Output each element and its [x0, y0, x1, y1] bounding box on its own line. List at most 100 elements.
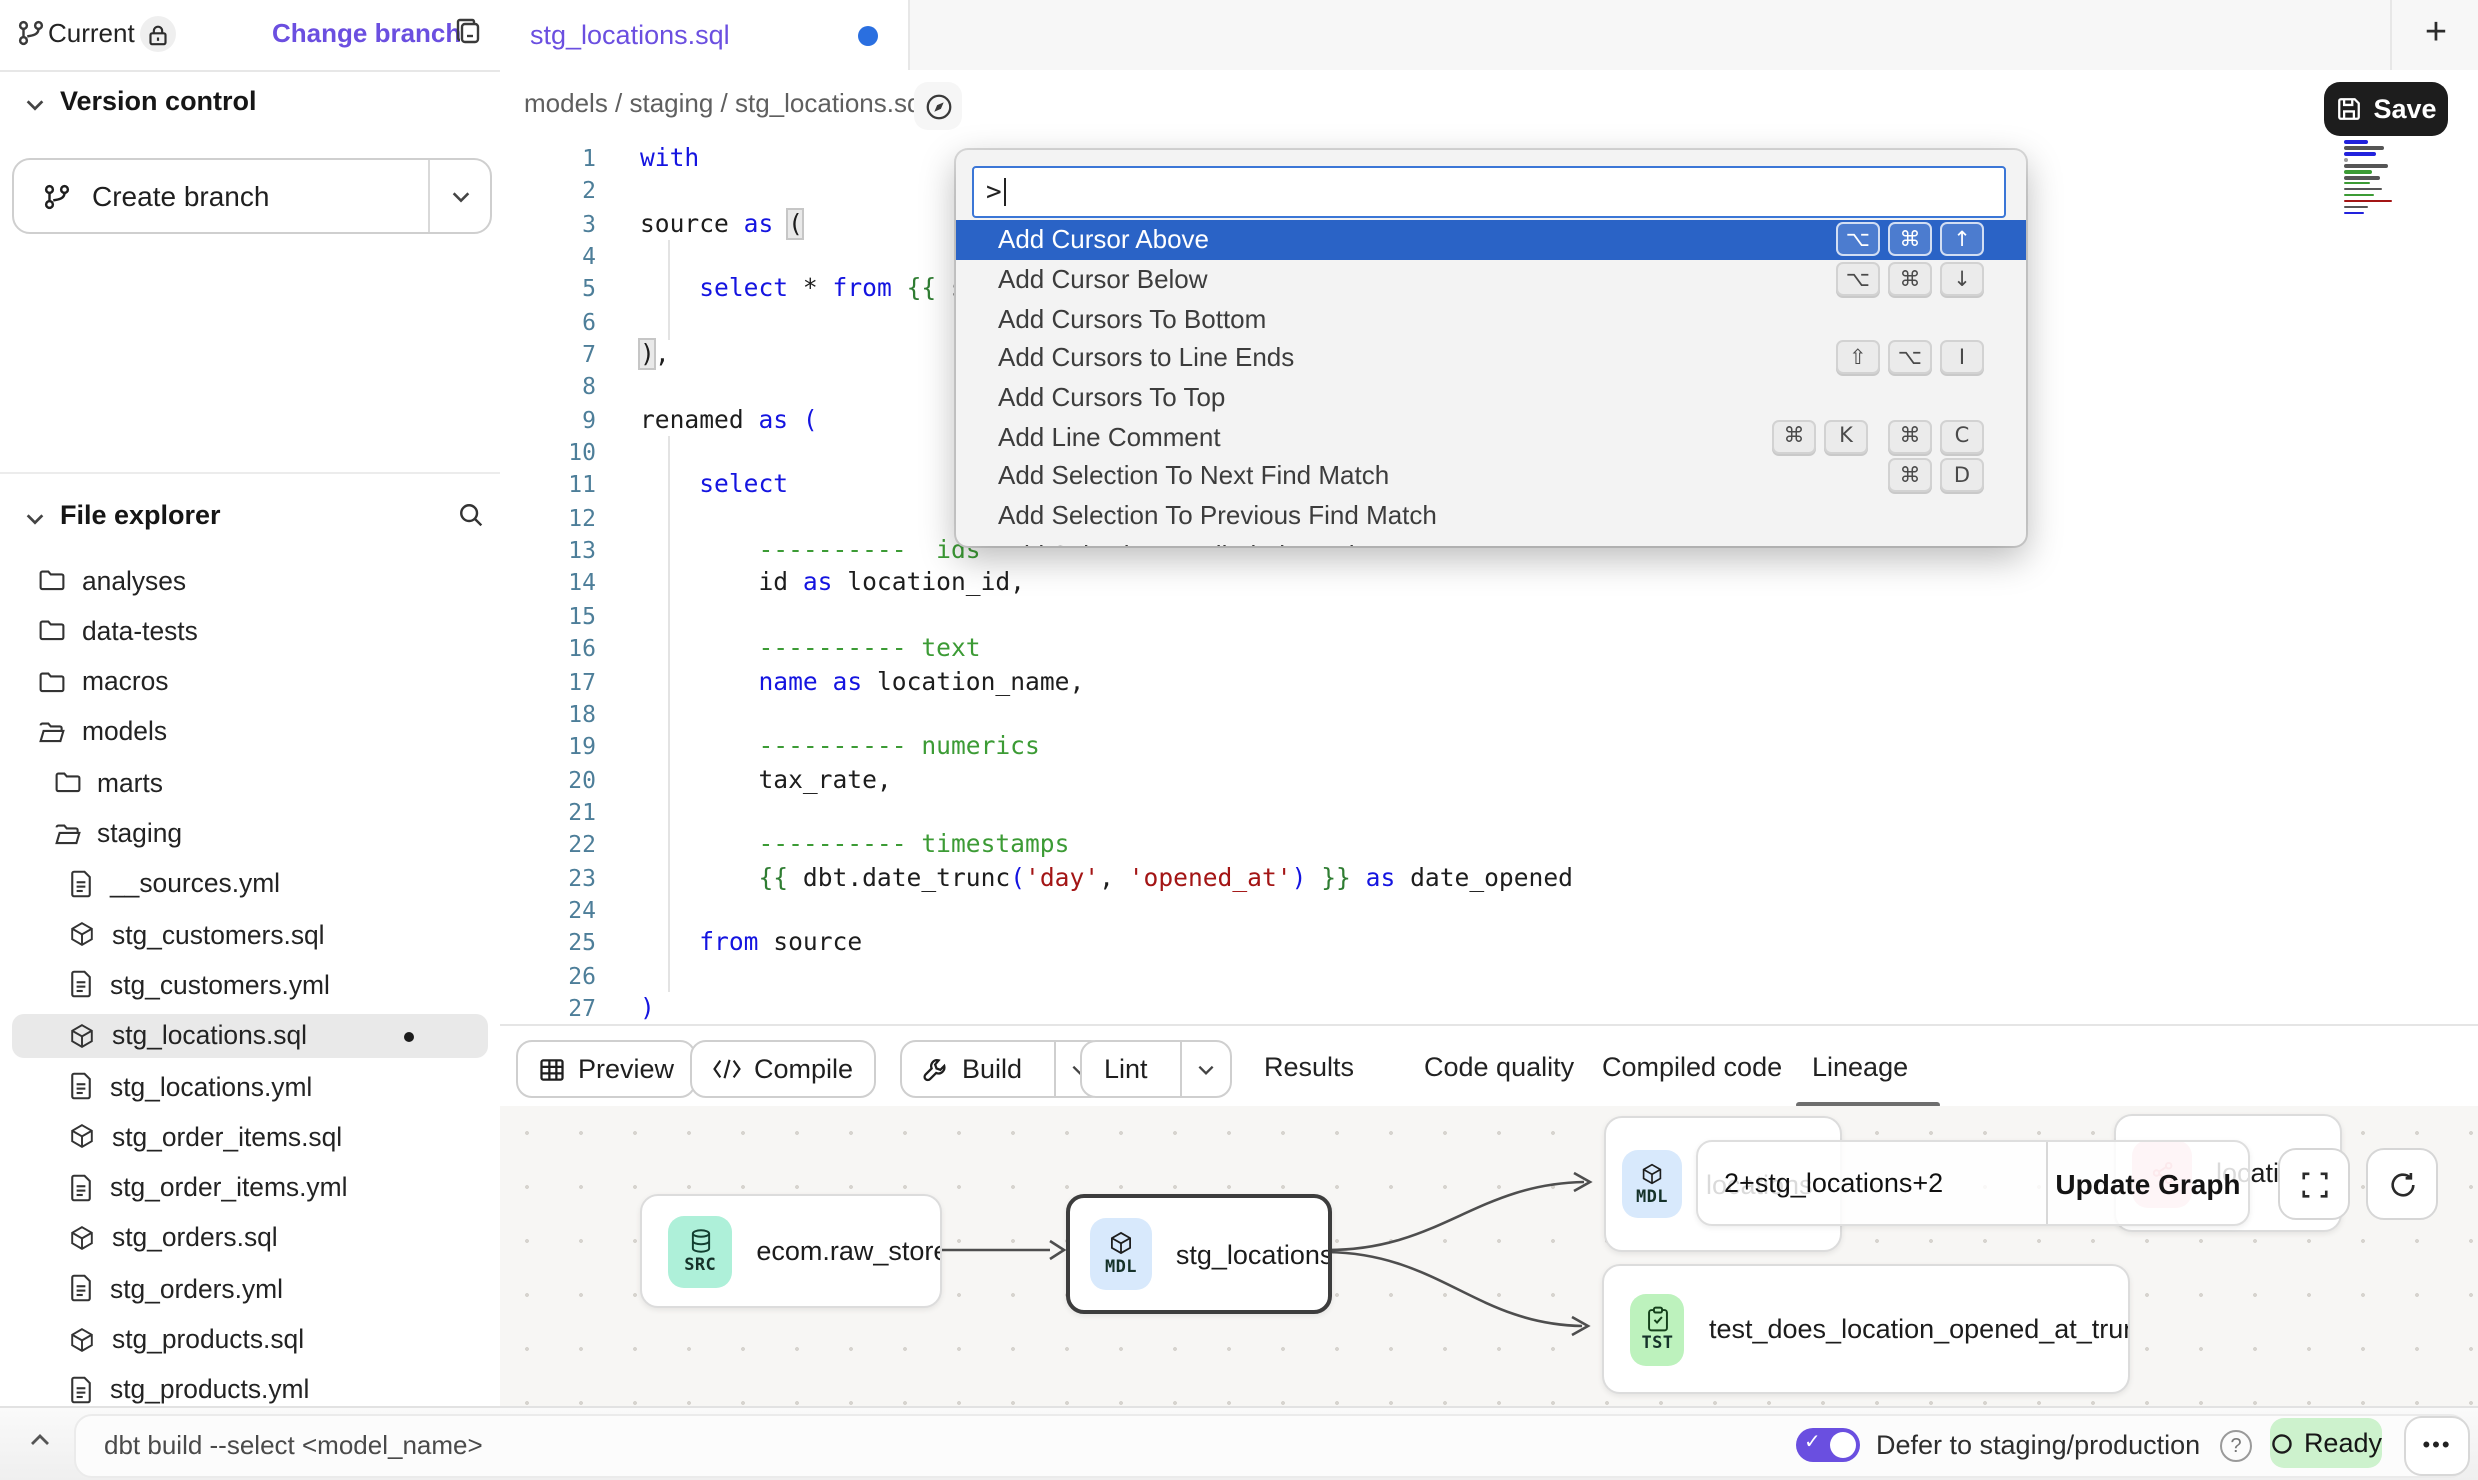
lint-button[interactable]: Lint — [1080, 1040, 1232, 1098]
lineage-node-stg-locations[interactable]: MDL stg_locations — [1066, 1194, 1332, 1314]
git-branch-icon — [16, 18, 46, 48]
cube-icon — [1640, 1161, 1664, 1185]
divider — [2390, 0, 2392, 70]
file-item-marts[interactable]: marts — [12, 760, 488, 804]
file-item-stg-locations-yml[interactable]: stg_locations.yml — [12, 1064, 488, 1108]
compass-icon[interactable] — [914, 82, 962, 130]
file-item-stg-customers-yml[interactable]: stg_customers.yml — [12, 963, 488, 1007]
chevron-down-icon[interactable] — [24, 94, 46, 116]
tab-code-quality[interactable]: Code quality — [1424, 1026, 1574, 1108]
file-item-data-tests[interactable]: data-tests — [12, 609, 488, 653]
command-item[interactable]: Add Selection To Previous Find Match — [956, 496, 2026, 535]
code-line[interactable]: name as location_name, — [640, 665, 1573, 698]
file-item-label: analyses — [82, 565, 186, 595]
command-item[interactable]: Add Cursors To Top — [956, 378, 2026, 417]
version-control-header[interactable]: Version control — [60, 86, 257, 116]
file-item--sources-yml[interactable]: __sources.yml — [12, 862, 488, 906]
file-item-stg-orders-yml[interactable]: stg_orders.yml — [12, 1266, 488, 1310]
file-explorer-header[interactable]: File explorer — [60, 500, 221, 530]
file-item-stg-orders-sql[interactable]: stg_orders.sql — [12, 1216, 488, 1260]
tab-compiled-code[interactable]: Compiled code — [1602, 1026, 1782, 1108]
file-item-stg-locations-sql[interactable]: stg_locations.sql — [12, 1013, 488, 1057]
minimap[interactable] — [2344, 140, 2412, 212]
cube-icon — [68, 920, 96, 948]
code-line[interactable]: ) — [640, 992, 1573, 1024]
command-item[interactable]: Add Line Comment⌘K⌘C — [956, 417, 2026, 456]
code-line[interactable]: tax_rate, — [640, 763, 1573, 796]
file-item-models[interactable]: models — [12, 710, 488, 754]
new-tab-button[interactable]: + — [2410, 8, 2462, 60]
code-line[interactable] — [640, 698, 1573, 731]
file-item-stg-products-sql[interactable]: stg_products.sql — [12, 1317, 488, 1361]
code-line[interactable] — [640, 600, 1573, 633]
command-item[interactable]: Add Cursors To Bottom — [956, 299, 2026, 338]
lineage-node-test[interactable]: TST test_does_location_opened_at_trunc_t… — [1602, 1264, 2130, 1394]
search-icon[interactable] — [456, 500, 486, 530]
code-line[interactable] — [640, 796, 1573, 829]
command-palette-input[interactable]: > — [972, 166, 2006, 218]
update-graph-button[interactable]: Update Graph — [2046, 1142, 2248, 1224]
lock-icon — [140, 16, 176, 52]
file-item-stg-order-items-yml[interactable]: stg_order_items.yml — [12, 1165, 488, 1209]
ready-status-badge[interactable]: Ready — [2270, 1418, 2382, 1468]
compile-label: Compile — [754, 1054, 873, 1084]
folder-open-icon — [53, 819, 81, 847]
create-branch-dropdown[interactable] — [428, 160, 490, 232]
cube-icon — [68, 1325, 96, 1353]
code-line[interactable] — [640, 894, 1573, 927]
status-bar: dbt build --select <model_name> ✓ Defer … — [0, 1406, 2478, 1480]
tab-results[interactable]: Results — [1264, 1026, 1354, 1108]
selector-input[interactable]: 2+stg_locations+2 — [1724, 1168, 2046, 1198]
lineage-node-source[interactable]: SRC ecom.raw_stores — [640, 1194, 942, 1308]
folder-open-icon — [38, 718, 66, 746]
command-label: Add Cursors To Bottom — [998, 303, 1266, 333]
file-item-label: stg_order_items.yml — [110, 1172, 347, 1202]
shortcut-key: ⌥ — [1888, 341, 1932, 375]
code-line[interactable]: ---------- numerics — [640, 730, 1573, 763]
lint-dropdown[interactable] — [1180, 1042, 1230, 1096]
file-item-staging[interactable]: staging — [12, 811, 488, 855]
tab-lineage[interactable]: Lineage — [1812, 1026, 1908, 1108]
code-line[interactable]: from source — [640, 927, 1573, 960]
command-palette: > Add Cursor Above⌥⌘↑Add Cursor Below⌥⌘↓… — [956, 150, 2026, 546]
copy-icon[interactable] — [452, 16, 484, 48]
code-line[interactable]: id as location_id, — [640, 567, 1573, 600]
tab-stg-locations[interactable]: stg_locations.sql — [500, 0, 910, 70]
lineage-canvas[interactable]: MDL locations locatio SRC ecom.raw_store… — [500, 1106, 2478, 1406]
change-branch-link[interactable]: Change branch — [272, 18, 461, 48]
save-button[interactable]: Save — [2324, 82, 2448, 136]
file-item-stg-products-yml[interactable]: stg_products.yml — [12, 1368, 488, 1412]
code-line[interactable]: ---------- text — [640, 632, 1573, 665]
code-line[interactable]: ---------- timestamps — [640, 828, 1573, 861]
divider — [0, 472, 500, 474]
command-item[interactable]: Add Cursor Below⌥⌘↓ — [956, 259, 2026, 298]
command-item[interactable]: Add Selection To Next Find Match⌘D — [956, 456, 2026, 495]
file-item-stg-customers-sql[interactable]: stg_customers.sql — [12, 912, 488, 956]
chevron-up-icon[interactable] — [28, 1428, 52, 1452]
file-item-macros[interactable]: macros — [12, 659, 488, 703]
help-icon[interactable]: ? — [2220, 1430, 2252, 1462]
code-line[interactable]: {{ dbt.date_trunc('day', 'opened_at') }}… — [640, 861, 1573, 894]
chevron-down-icon[interactable] — [24, 508, 46, 530]
model-badge: MDL — [1090, 1218, 1152, 1290]
shortcut-key: ⌘ — [1772, 420, 1816, 454]
command-item[interactable]: Add Cursors to Line Ends⇧⌥I — [956, 338, 2026, 377]
file-item-stg-order-items-sql[interactable]: stg_order_items.sql — [12, 1115, 488, 1159]
shortcut-key: C — [1940, 420, 1984, 454]
create-branch-button[interactable]: Create branch — [12, 158, 492, 234]
preview-button[interactable]: Preview — [516, 1040, 696, 1098]
more-options-button[interactable]: ••• — [2404, 1416, 2470, 1476]
file-item-label: stg_customers.sql — [112, 919, 325, 949]
command-item[interactable]: Add Cursor Above⌥⌘↑ — [956, 220, 2026, 259]
command-item[interactable]: Add Selection To All Find Matches — [956, 535, 2026, 546]
doc-icon — [68, 1173, 94, 1201]
folder-icon — [53, 768, 81, 796]
status-circle-icon — [2270, 1431, 2294, 1455]
defer-toggle[interactable]: ✓ — [1796, 1428, 1860, 1462]
build-button[interactable]: Build — [900, 1040, 1106, 1098]
compile-button[interactable]: Compile — [690, 1040, 875, 1098]
file-item-analyses[interactable]: analyses — [12, 558, 488, 602]
code-line[interactable] — [640, 959, 1573, 992]
refresh-button[interactable] — [2366, 1148, 2438, 1220]
fullscreen-button[interactable] — [2278, 1148, 2350, 1220]
